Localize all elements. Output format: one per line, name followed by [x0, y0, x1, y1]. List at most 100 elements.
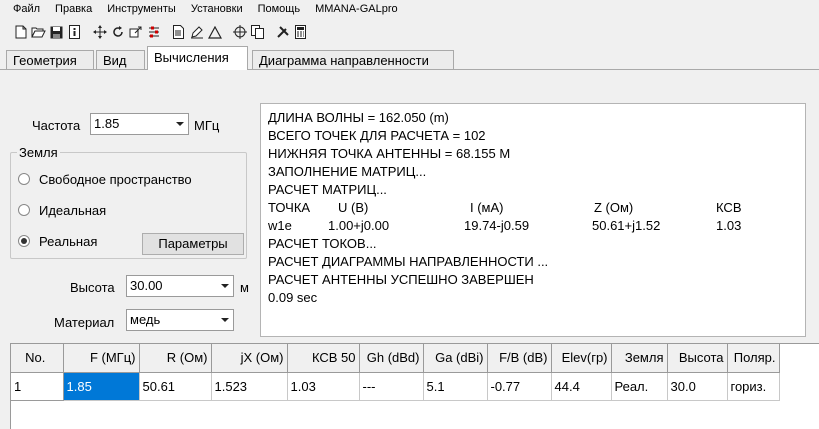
cell-height[interactable]: 30.0: [667, 372, 728, 401]
height-label: Высота: [70, 280, 115, 295]
triangle-icon[interactable]: [206, 24, 223, 41]
col-header-height[interactable]: Высота: [667, 344, 728, 373]
tab-radiation-pattern[interactable]: Диаграмма направленности: [252, 50, 454, 70]
material-label: Материал: [54, 315, 115, 330]
chevron-down-icon: [176, 122, 184, 126]
tab-calculations[interactable]: Вычисления: [147, 46, 248, 70]
frequency-combo[interactable]: 1.85: [90, 113, 189, 135]
col-header-polarization[interactable]: Поляр.: [727, 344, 780, 373]
radio-button[interactable]: [18, 204, 30, 216]
log-value-voltage: 1.00+j0.00: [328, 218, 390, 233]
ground-group-title: Земля: [17, 145, 60, 160]
calculation-log[interactable]: ДЛИНА ВОЛНЫ = 162.050 (m) ВСЕГО ТОЧЕК ДЛ…: [260, 103, 806, 337]
cell-elevation[interactable]: 44.4: [551, 372, 612, 401]
col-header-elevation[interactable]: Elev(гр): [551, 344, 612, 373]
cell-ga[interactable]: 5.1: [423, 372, 488, 401]
radio-button-checked[interactable]: [18, 235, 30, 247]
log-line: РАСЧЕТ АНТЕННЫ УСПЕШНО ЗАВЕРШЕН: [268, 272, 534, 287]
edit-icon[interactable]: [188, 24, 205, 41]
chevron-down-icon: [221, 284, 229, 288]
log-line: ВСЕГО ТОЧЕК ДЛЯ РАСЧЕТА = 102: [268, 128, 486, 143]
tools-icon[interactable]: [274, 24, 291, 41]
open-folder-icon[interactable]: [30, 24, 47, 41]
log-header-swr: КСВ: [716, 200, 742, 215]
cell-swr50[interactable]: 1.03: [287, 372, 360, 401]
col-header-ga[interactable]: Ga (dBi): [423, 344, 488, 373]
table-row[interactable]: 1 1.85 50.61 1.523 1.03 --- 5.1 -0.77 44…: [11, 372, 780, 401]
log-value-swr: 1.03: [716, 218, 742, 233]
table-header-row: No. F (МГц) R (Ом) jX (Ом) КСВ 50 Gh (dB…: [11, 344, 780, 373]
cell-fb[interactable]: -0.77: [487, 372, 552, 401]
col-header-reactance[interactable]: jX (Ом): [211, 344, 288, 373]
log-line: 0.09 sec: [268, 290, 318, 305]
chevron-down-icon: [221, 318, 229, 322]
log-value-current: 19.74-j0.59: [464, 218, 530, 233]
move-icon[interactable]: [91, 24, 108, 41]
menu-file[interactable]: Файл: [0, 0, 47, 18]
col-header-fb[interactable]: F/B (dB): [487, 344, 552, 373]
ground-option-real[interactable]: Реальная: [18, 232, 97, 250]
copy-icon[interactable]: [249, 24, 266, 41]
menu-bar: Файл Правка Инструменты Установки Помощь…: [0, 0, 819, 18]
radio-button[interactable]: [18, 173, 30, 185]
calculator-icon[interactable]: [292, 24, 309, 41]
cell-reactance[interactable]: 1.523: [211, 372, 288, 401]
zoom-icon[interactable]: [127, 24, 144, 41]
col-header-no[interactable]: No.: [11, 344, 64, 373]
log-value-impedance: 50.61+j1.52: [592, 218, 661, 233]
log-line: ЗАПОЛНЕНИЕ МАТРИЦ...: [268, 164, 427, 179]
log-header-current: I (мА): [470, 200, 504, 215]
material-value: медь: [130, 312, 161, 327]
col-header-swr50[interactable]: КСВ 50: [287, 344, 360, 373]
sliders-icon[interactable]: [145, 24, 162, 41]
results-table: No. F (МГц) R (Ом) jX (Ом) КСВ 50 Gh (dB…: [10, 343, 819, 429]
log-line: РАСЧЕТ МАТРИЦ...: [268, 182, 387, 197]
ground-option-free-space[interactable]: Свободное пространство: [18, 170, 192, 188]
col-header-gh[interactable]: Gh (dBd): [359, 344, 424, 373]
target-icon[interactable]: [231, 24, 248, 41]
menu-tools[interactable]: Инструменты: [99, 0, 183, 18]
cell-polarization[interactable]: гориз.: [727, 372, 780, 401]
parameters-button[interactable]: Параметры: [142, 233, 244, 255]
ground-option-ideal[interactable]: Идеальная: [18, 201, 106, 219]
col-header-frequency[interactable]: F (МГц): [63, 344, 140, 373]
tab-strip: Геометрия Вид Вычисления Диаграмма напра…: [0, 46, 819, 70]
menu-settings[interactable]: Установки: [183, 0, 250, 18]
rotate-icon[interactable]: [109, 24, 126, 41]
toolbar: [0, 20, 819, 44]
menu-edit[interactable]: Правка: [47, 0, 99, 18]
cell-no[interactable]: 1: [11, 372, 64, 401]
save-icon[interactable]: [48, 24, 65, 41]
menu-help[interactable]: Помощь: [250, 0, 308, 18]
tab-view[interactable]: Вид: [96, 50, 145, 70]
log-grid-row: w1e 1.00+j0.00 19.74-j0.59 50.61+j1.52 1…: [268, 217, 805, 235]
log-header-voltage: U (B): [338, 200, 369, 215]
ground-group: Земля Свободное пространство Идеальная Р…: [10, 145, 247, 259]
document-icon[interactable]: [170, 24, 187, 41]
log-line: НИЖНЯЯ ТОЧКА АНТЕННЫ = 68.155 М: [268, 146, 511, 161]
cell-gh[interactable]: ---: [359, 372, 424, 401]
col-header-resistance[interactable]: R (Ом): [139, 344, 212, 373]
tab-geometry[interactable]: Геометрия: [6, 50, 94, 70]
frequency-label: Частота: [32, 118, 81, 133]
log-line: РАСЧЕТ ДИАГРАММЫ НАПРАВЛЕННОСТИ ...: [268, 254, 549, 269]
log-header-point: ТОЧКА: [268, 200, 311, 215]
log-header-impedance: Z (Ом): [594, 200, 634, 215]
cell-frequency[interactable]: 1.85: [63, 372, 140, 401]
col-header-ground[interactable]: Земля: [611, 344, 668, 373]
info-icon[interactable]: [66, 24, 83, 41]
cell-resistance[interactable]: 50.61: [139, 372, 212, 401]
material-combo[interactable]: медь: [126, 309, 234, 331]
height-unit: м: [240, 280, 249, 295]
tab-panel-border: [0, 69, 819, 70]
log-line: РАСЧЕТ ТОКОВ...: [268, 236, 377, 251]
log-grid-header: ТОЧКА U (B) I (мА) Z (Ом) КСВ: [268, 199, 805, 217]
frequency-value: 1.85: [94, 116, 120, 131]
frequency-unit: МГц: [194, 118, 220, 133]
height-value: 30.00: [130, 278, 163, 293]
menu-mmana-galpro[interactable]: MMANA-GALpro: [307, 0, 405, 18]
height-combo[interactable]: 30.00: [126, 275, 234, 297]
new-file-icon[interactable]: [12, 24, 29, 41]
log-line: ДЛИНА ВОЛНЫ = 162.050 (m): [268, 110, 449, 125]
cell-ground[interactable]: Реал.: [611, 372, 668, 401]
